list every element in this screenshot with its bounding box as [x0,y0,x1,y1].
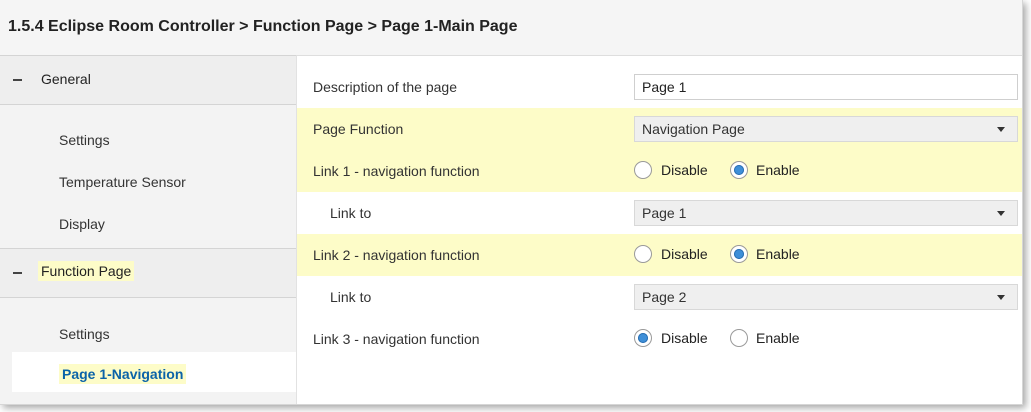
collapse-icon[interactable] [13,79,22,81]
field-label: Link 2 - navigation function [313,247,480,263]
window: 1.5.4 Eclipse Room Controller > Function… [0,0,1023,405]
sidebar-item-settings[interactable]: Settings [59,132,110,148]
select-value: Navigation Page [642,121,745,137]
parameter-panel: Description of the page Page 1 Page Func… [297,56,1022,404]
select-value: Page 2 [642,289,687,305]
sidebar-group-label: Function Page [38,261,135,281]
link2-target-select[interactable]: Page 2 [634,284,1018,310]
link1-enable-radio[interactable] [730,161,748,179]
title-bar: 1.5.4 Eclipse Room Controller > Function… [0,0,1022,56]
sidebar-item-temperature-sensor[interactable]: Temperature Sensor [59,174,186,190]
sidebar-item-display[interactable]: Display [59,216,105,232]
sidebar-item-page1-navigation[interactable]: Page 1-Navigation [12,352,296,392]
row-link1-to: Link to Page 1 [297,192,1022,234]
row-page-function: Page Function Navigation Page [297,108,1022,150]
link2-disable-radio[interactable] [634,245,652,263]
field-label: Link 3 - navigation function [313,331,480,347]
link3-enable-radio[interactable] [730,329,748,347]
link1-disable-radio[interactable] [634,161,652,179]
sidebar: General Settings Temperature Sensor Disp… [0,55,297,404]
field-label: Link to [330,289,372,305]
radio-label: Enable [756,162,800,178]
chevron-down-icon [997,127,1005,132]
breadcrumb-title: 1.5.4 Eclipse Room Controller > Function… [8,18,518,35]
description-input[interactable]: Page 1 [634,74,1018,100]
field-label: Link 1 - navigation function [313,163,480,179]
collapse-icon[interactable] [13,272,22,274]
field-label: Page Function [313,121,404,137]
row-link2: Link 2 - navigation function Disable Ena… [297,234,1022,276]
row-link2-to: Link to Page 2 [297,276,1022,318]
sidebar-group-general[interactable]: General [0,55,296,105]
radio-label: Enable [756,246,800,262]
link2-enable-radio[interactable] [730,245,748,263]
link3-disable-radio[interactable] [634,329,652,347]
sidebar-item-label: Page 1-Navigation [59,364,187,384]
select-value: Page 1 [642,205,687,221]
row-link1: Link 1 - navigation function Disable Ena… [297,150,1022,192]
sidebar-group-function-page[interactable]: Function Page [0,248,296,298]
row-link3: Link 3 - navigation function Disable Ena… [297,318,1022,360]
sidebar-group-label: General [41,71,91,87]
link1-target-select[interactable]: Page 1 [634,200,1018,226]
radio-label: Disable [661,330,708,346]
chevron-down-icon [997,211,1005,216]
row-description: Description of the page Page 1 [297,66,1022,108]
radio-label: Disable [661,162,708,178]
field-label: Link to [330,205,372,221]
radio-label: Disable [661,246,708,262]
page-function-select[interactable]: Navigation Page [634,116,1018,142]
field-label: Description of the page [313,79,457,95]
chevron-down-icon [997,295,1005,300]
radio-label: Enable [756,330,800,346]
sidebar-item-function-settings[interactable]: Settings [59,326,110,342]
